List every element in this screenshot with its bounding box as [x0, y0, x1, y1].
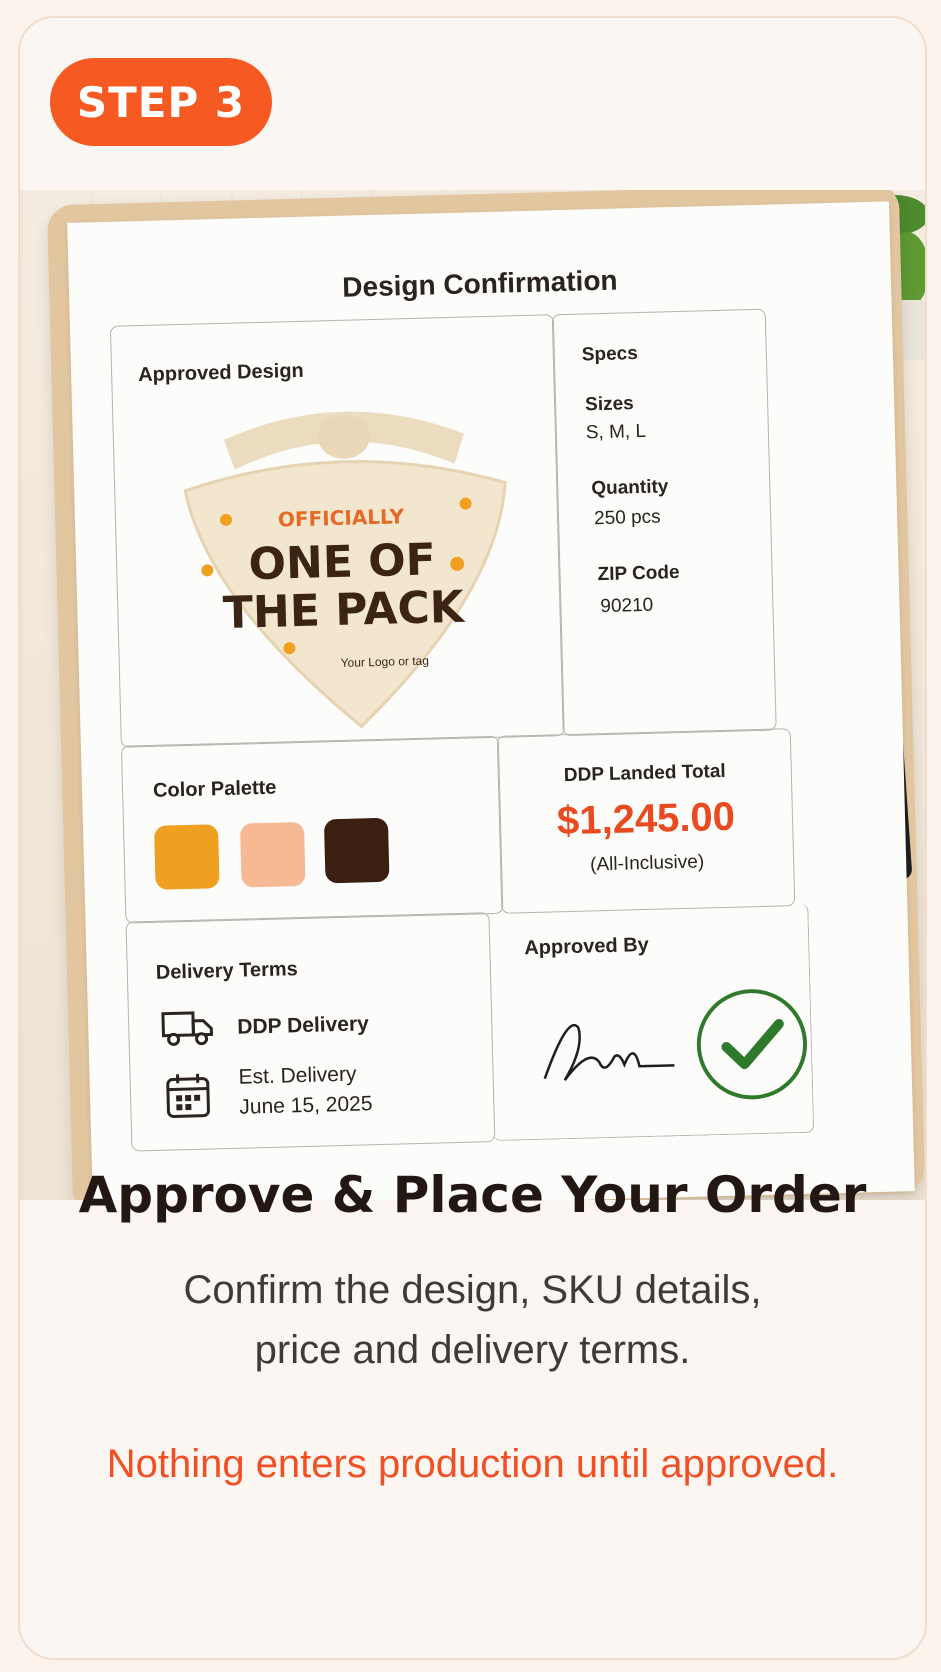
- delivery-terms-label: Delivery Terms: [155, 958, 299, 984]
- specs-box: Specs Sizes S, M, L Quantity 250 pcs ZIP…: [551, 308, 777, 737]
- checkmark-icon: [696, 989, 807, 1100]
- step-card: STEP 3 Design Confirmation Approved Desi…: [18, 16, 927, 1660]
- delivery-method: DDP Delivery: [236, 1012, 370, 1039]
- est-delivery-date: June 15, 2025: [239, 1092, 373, 1119]
- quantity-label: Quantity: [591, 476, 669, 500]
- approved-design-label: Approved Design: [137, 359, 305, 387]
- specs-label: Specs: [581, 343, 639, 366]
- sizes-value: S, M, L: [585, 420, 647, 444]
- document-title: Design Confirmation: [341, 264, 618, 303]
- truck-icon: [161, 1011, 214, 1046]
- quantity-value: 250 pcs: [593, 506, 661, 530]
- color-palette-label: Color Palette: [152, 776, 277, 802]
- total-amount: $1,245.00: [556, 794, 736, 844]
- sizes-label: Sizes: [584, 393, 634, 416]
- confirmation-paper: Design Confirmation Approved Design OFFI…: [67, 201, 915, 1200]
- bandana-image: OFFICIALLY ONE OF THE PACK Your Logo or …: [183, 411, 507, 729]
- color-palette-box: Color Palette: [120, 735, 504, 924]
- bandana-text-officially: OFFICIALLY: [278, 504, 405, 531]
- delivery-box: Delivery Terms DDP Delivery Est. Deliver…: [125, 912, 496, 1152]
- bandana-logo-text: Your Logo or tag: [340, 654, 429, 670]
- subtext: Confirm the design, SKU details, price a…: [20, 1260, 925, 1380]
- subtext-line2: price and delivery terms.: [254, 1328, 691, 1372]
- zip-code-label: ZIP Code: [597, 562, 680, 586]
- bandana-text-line1: ONE OF: [248, 534, 436, 590]
- production-note: Nothing enters production until approved…: [106, 1442, 839, 1486]
- est-delivery-label: Est. Delivery: [238, 1062, 357, 1089]
- total-box: DDP Landed Total $1,245.00 (All-Inclusiv…: [496, 728, 796, 914]
- bandana-text-line2: THE PACK: [222, 582, 466, 639]
- swatch-brown: [323, 817, 390, 884]
- subtext-line1: Confirm the design, SKU details,: [183, 1268, 762, 1312]
- step-badge: STEP 3: [50, 58, 272, 146]
- document-photo: Design Confirmation Approved Design OFFI…: [20, 190, 925, 1200]
- swatch-peach: [239, 821, 306, 888]
- zip-code-value: 90210: [600, 594, 654, 618]
- total-note: (All-Inclusive): [589, 851, 705, 876]
- total-label: DDP Landed Total: [563, 760, 726, 787]
- calendar-icon: [166, 1073, 210, 1118]
- approval-box: Approved By: [487, 903, 815, 1142]
- swatch-orange: [153, 824, 220, 890]
- approved-design-box: Approved Design OFFICIALLY ONE OF THE PA…: [109, 314, 565, 748]
- signature-image: [543, 1023, 675, 1081]
- approved-by-label: Approved By: [524, 933, 650, 960]
- headline: Approve & Place Your Order: [78, 1166, 867, 1224]
